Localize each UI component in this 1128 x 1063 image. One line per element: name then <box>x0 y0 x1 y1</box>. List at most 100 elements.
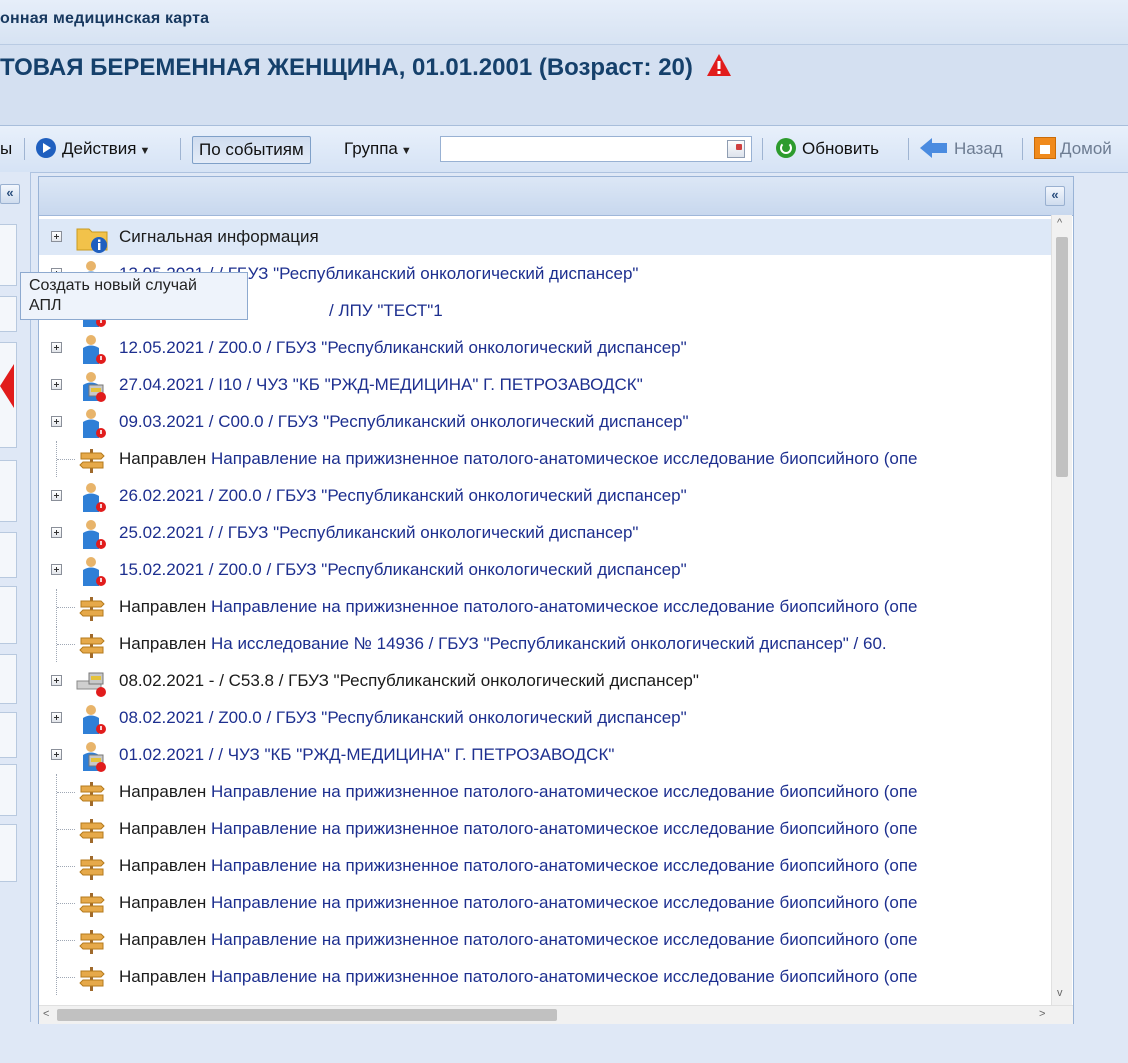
scrollbar-thumb[interactable] <box>1056 237 1068 477</box>
person-locked-icon <box>75 369 109 403</box>
signpost-icon-graphic <box>79 856 105 880</box>
tree-row[interactable]: 09.03.2021 / C00.0 / ГБУЗ "Республиканск… <box>39 404 1051 440</box>
tree-row-text: 12.05.2021 / Z00.0 / ГБУЗ "Республиканск… <box>119 330 687 366</box>
tree-row[interactable]: Направлен Направление на прижизненное па… <box>39 774 1051 810</box>
toolbar-separator <box>908 138 909 160</box>
signpost-icon <box>75 887 109 921</box>
person-alert-icon-graphic <box>83 409 106 438</box>
expand-icon[interactable] <box>51 564 62 575</box>
tree-connector <box>56 885 77 921</box>
expand-icon[interactable] <box>51 675 62 686</box>
toolbar-separator <box>180 138 181 160</box>
tree-row-label: 26.02.2021 / Z00.0 / ГБУЗ "Республиканск… <box>119 486 687 505</box>
tree-row[interactable]: Сигнальная информация <box>39 219 1051 255</box>
referral-type-label: Направлен <box>119 856 207 875</box>
left-panel-card[interactable] <box>0 532 17 578</box>
scroll-left-icon[interactable]: < <box>43 1008 49 1020</box>
tree-row[interactable]: Направлен Направление на прижизненное па… <box>39 959 1051 995</box>
tree-row[interactable]: Направлен Направление на прижизненное па… <box>39 589 1051 625</box>
tree-row[interactable]: 08.02.2021 - / C53.8 / ГБУЗ "Республикан… <box>39 663 1051 699</box>
left-panel-card[interactable] <box>0 586 17 644</box>
signpost-icon-graphic <box>79 782 105 806</box>
tooltip: Создать новый случай АПЛ <box>20 272 248 320</box>
tree-row-text: Направлен Направление на прижизненное па… <box>119 959 917 995</box>
tree-row[interactable]: 15.02.2021 / Z00.0 / ГБУЗ "Республиканск… <box>39 552 1051 588</box>
person-alert-icon-graphic <box>83 483 106 512</box>
tree-connector <box>56 774 77 810</box>
tree-row-text: 27.04.2021 / I10 / ЧУЗ "КБ "РЖД-МЕДИЦИНА… <box>119 367 643 403</box>
tree-row[interactable]: 08.02.2021 / Z00.0 / ГБУЗ "Республиканск… <box>39 700 1051 736</box>
calendar-picker-icon[interactable] <box>727 140 745 158</box>
scroll-up-icon[interactable]: ^ <box>1057 217 1062 229</box>
left-panel-card[interactable] <box>0 224 17 286</box>
actions-menu-button[interactable]: Действия ▼ <box>36 136 150 162</box>
signpost-icon <box>75 813 109 847</box>
tree-connector <box>56 589 77 625</box>
tooltip-line-1: Создать новый случай <box>29 277 197 294</box>
refresh-button[interactable]: Обновить <box>776 136 879 162</box>
warning-icon[interactable] <box>706 53 732 77</box>
tree-row[interactable]: 26.02.2021 / Z00.0 / ГБУЗ "Республиканск… <box>39 478 1051 514</box>
referral-type-label: Направлен <box>119 967 207 986</box>
person-alert-icon <box>75 480 109 514</box>
collapse-right-button[interactable]: « <box>1045 186 1065 206</box>
tree-row[interactable]: 01.02.2021 / / ЧУЗ "КБ "РЖД-МЕДИЦИНА" Г.… <box>39 737 1051 773</box>
back-button[interactable]: Назад <box>920 136 1003 162</box>
tree-row[interactable]: Направлен На исследование № 14936 / ГБУЗ… <box>39 626 1051 662</box>
tree-row[interactable]: Направлен Направление на прижизненное па… <box>39 811 1051 847</box>
tree-row[interactable]: Направлен Направление на прижизненное па… <box>39 848 1051 884</box>
tree-row[interactable]: Направлен Направление на прижизненное па… <box>39 441 1051 477</box>
tree-row-label: Направление на прижизненное патолого-ана… <box>210 597 918 616</box>
back-label: Назад <box>954 139 1003 158</box>
signpost-icon-graphic <box>79 893 105 917</box>
tree-row-label: 25.02.2021 / / ГБУЗ "Республиканский онк… <box>119 523 639 542</box>
person-alert-icon-graphic <box>83 557 106 586</box>
left-panel-card[interactable] <box>0 654 17 704</box>
tree-row-label: 12.05.2021 / Z00.0 / ГБУЗ "Республиканск… <box>119 338 687 357</box>
expand-icon[interactable] <box>51 416 62 427</box>
events-tree: Сигнальная информация 13.05.2021 / / ГБУЗ… <box>39 215 1051 1005</box>
tree-row[interactable]: 27.04.2021 / I10 / ЧУЗ "КБ "РЖД-МЕДИЦИНА… <box>39 367 1051 403</box>
signpost-icon-graphic <box>79 819 105 843</box>
person-alert-icon <box>75 406 109 440</box>
vertical-scrollbar[interactable]: ^ v <box>1051 215 1072 1005</box>
scrollbar-thumb[interactable] <box>57 1009 557 1021</box>
scroll-right-icon[interactable]: > <box>1039 1008 1045 1020</box>
toolbar-cut-item[interactable]: ы <box>0 136 12 162</box>
collapse-left-button[interactable]: « <box>0 184 20 204</box>
tree-row-label: Направление на прижизненное патолого-ана… <box>210 893 918 912</box>
tree-row-text: / ЛПУ "ТЕСТ"1 <box>329 293 443 329</box>
tree-row-text: 01.02.2021 / / ЧУЗ "КБ "РЖД-МЕДИЦИНА" Г.… <box>119 737 614 773</box>
expand-icon[interactable] <box>51 490 62 501</box>
expand-icon[interactable] <box>51 231 62 242</box>
left-panel-card[interactable] <box>0 460 17 522</box>
home-icon <box>1034 137 1056 159</box>
left-panel-card[interactable] <box>0 764 17 816</box>
expand-icon[interactable] <box>51 712 62 723</box>
tree-row-label: Направление на прижизненное патолого-ана… <box>210 856 918 875</box>
scroll-down-icon[interactable]: v <box>1057 987 1063 999</box>
person-locked-icon-graphic <box>83 372 106 402</box>
tree-row[interactable]: 25.02.2021 / / ГБУЗ "Республиканский онк… <box>39 515 1051 551</box>
expand-icon[interactable] <box>51 527 62 538</box>
home-label: Домой <box>1060 139 1112 158</box>
tree-row-label: 27.04.2021 / I10 / ЧУЗ "КБ "РЖД-МЕДИЦИНА… <box>119 375 643 394</box>
expand-icon[interactable] <box>51 379 62 390</box>
group-menu-button[interactable]: Группа ▼ <box>344 136 412 162</box>
expand-icon[interactable] <box>51 749 62 760</box>
home-button[interactable]: Домой <box>1034 136 1112 162</box>
left-panel-card[interactable] <box>0 824 17 882</box>
horizontal-scrollbar[interactable]: < > <box>39 1005 1073 1024</box>
tree-row[interactable]: 12.05.2021 / Z00.0 / ГБУЗ "Республиканск… <box>39 330 1051 366</box>
search-input[interactable] <box>440 136 752 162</box>
referral-type-label: Направлен <box>119 449 207 468</box>
by-events-toggle[interactable]: По событиям <box>192 136 311 164</box>
patient-header-panel: ТОВАЯ БЕРЕМЕННАЯ ЖЕНЩИНА, 01.01.2001 (Во… <box>0 45 1128 126</box>
tree-row[interactable]: Направлен Направление на прижизненное па… <box>39 922 1051 958</box>
tree-row-label: 08.02.2021 - / C53.8 / ГБУЗ "Республикан… <box>119 671 699 690</box>
left-panel-card[interactable] <box>0 296 17 332</box>
tree-row-text: 08.02.2021 / Z00.0 / ГБУЗ "Республиканск… <box>119 700 687 736</box>
expand-icon[interactable] <box>51 342 62 353</box>
left-panel-card[interactable] <box>0 712 17 758</box>
tree-row[interactable]: Направлен Направление на прижизненное па… <box>39 885 1051 921</box>
